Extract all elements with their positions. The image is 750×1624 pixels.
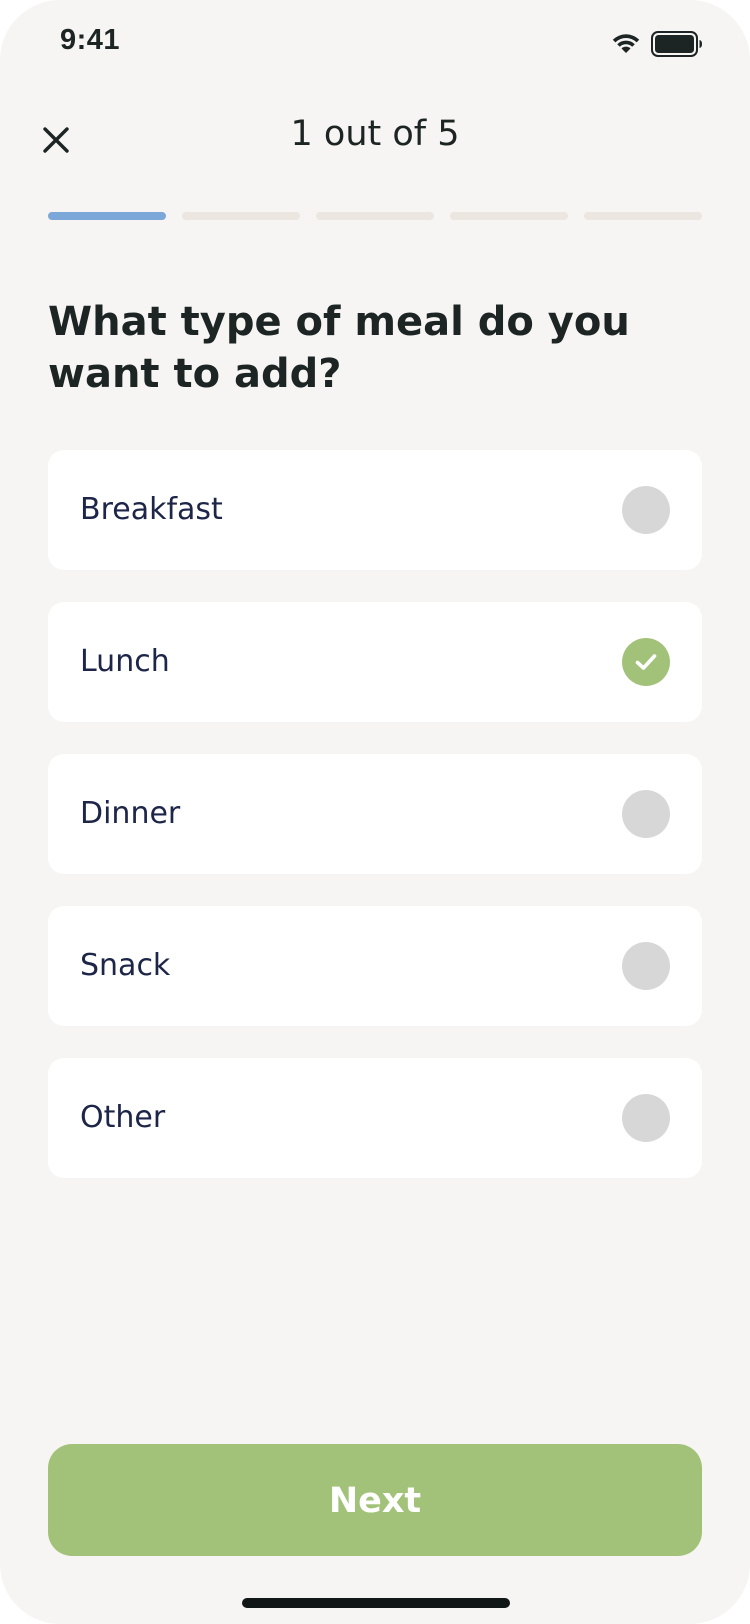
- option-snack[interactable]: Snack: [48, 906, 702, 1026]
- nav-bar: 1 out of 5: [0, 100, 750, 180]
- option-label: Breakfast: [80, 492, 223, 527]
- battery-icon: [651, 31, 702, 57]
- option-label: Snack: [80, 948, 171, 983]
- home-indicator: [242, 1598, 510, 1608]
- progress-segment: [316, 212, 434, 220]
- status-time: 9:41: [60, 24, 121, 56]
- wifi-icon: [612, 34, 640, 53]
- option-label: Lunch: [80, 644, 170, 679]
- meal-type-options: Breakfast Lunch Dinner Snack Other: [48, 450, 702, 1210]
- question-heading: What type of meal do you want to add?: [48, 299, 630, 397]
- progress-bar: [48, 212, 702, 220]
- option-lunch[interactable]: Lunch: [48, 602, 702, 722]
- progress-segment: [48, 212, 166, 220]
- phone-screen: 9:41 1 out of 5 What type of meal do you…: [0, 0, 750, 1624]
- radio-checked[interactable]: [622, 638, 670, 686]
- option-label: Other: [80, 1100, 166, 1135]
- next-button[interactable]: Next: [48, 1444, 702, 1556]
- option-breakfast[interactable]: Breakfast: [48, 450, 702, 570]
- option-other[interactable]: Other: [48, 1058, 702, 1178]
- radio-unchecked[interactable]: [622, 790, 670, 838]
- progress-segment: [182, 212, 300, 220]
- step-title: 1 out of 5: [290, 114, 460, 154]
- progress-segment: [584, 212, 702, 220]
- progress-segment: [450, 212, 568, 220]
- option-label: Dinner: [80, 796, 181, 831]
- checkmark-icon: [635, 654, 657, 670]
- radio-unchecked[interactable]: [622, 942, 670, 990]
- radio-unchecked[interactable]: [622, 486, 670, 534]
- option-dinner[interactable]: Dinner: [48, 754, 702, 874]
- radio-unchecked[interactable]: [622, 1094, 670, 1142]
- status-bar: 9:41: [0, 0, 750, 90]
